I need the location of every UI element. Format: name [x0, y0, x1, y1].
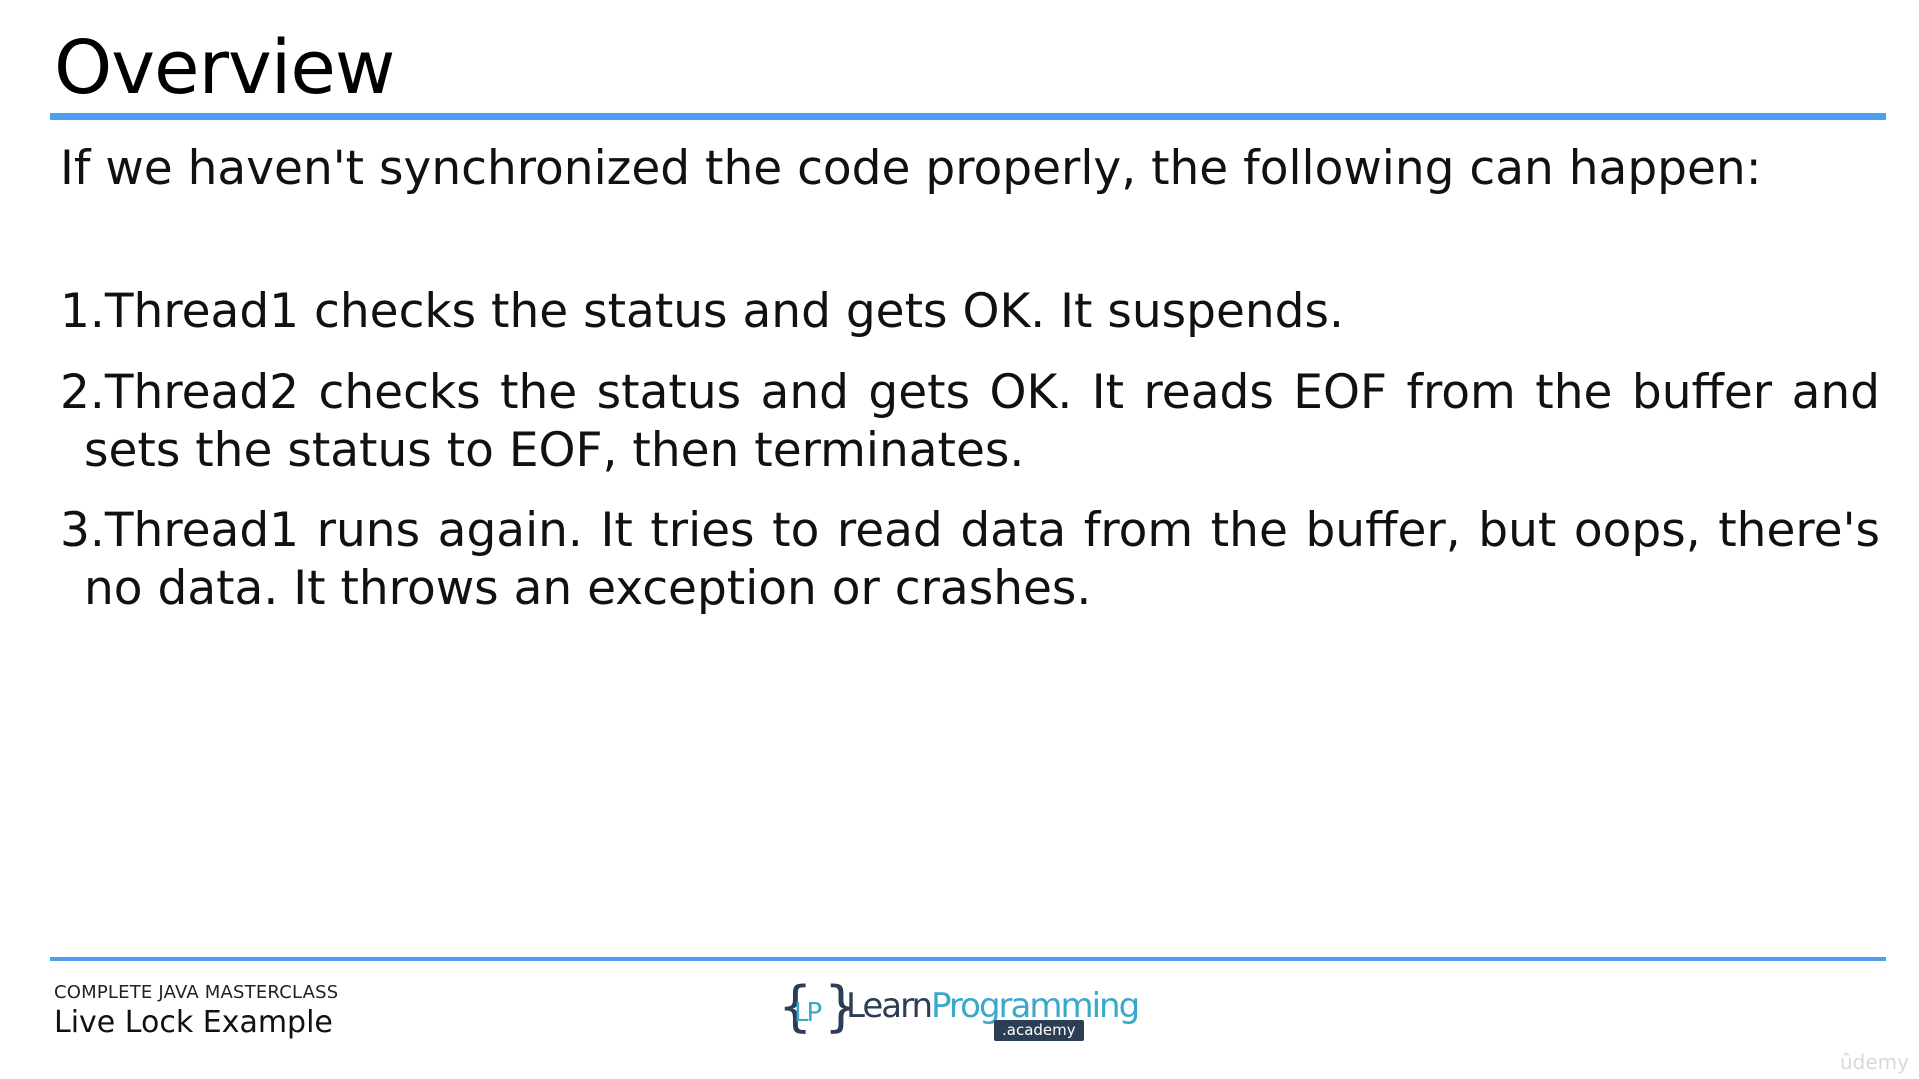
logo-learn-text: Learn [846, 986, 933, 1026]
lecture-title: Live Lock Example [54, 1005, 333, 1040]
footer-divider [50, 957, 1886, 961]
list-item: 1.Thread1 checks the status and gets OK.… [60, 284, 1344, 340]
logo-lp-mark: LP [794, 998, 822, 1028]
udemy-watermark: ûdemy [1840, 1050, 1909, 1074]
course-name: COMPLETE JAVA MASTERCLASS [54, 982, 339, 1003]
slide-body: If we haven't synchronized the code prop… [60, 140, 1880, 641]
intro-text: If we haven't synchronized the code prop… [60, 141, 1762, 196]
slide: Overview If we haven't synchronized the … [0, 0, 1919, 1079]
steps-list: 1.Thread1 checks the status and gets OK.… [60, 283, 1880, 618]
slide-title: Overview [54, 25, 395, 111]
logo-wordmark: LearnProgramming [846, 986, 1140, 1026]
title-divider [50, 113, 1886, 120]
logo-academy-badge: .academy [994, 1020, 1084, 1041]
list-item: 2.Thread2 checks the status and gets OK.… [60, 364, 1880, 478]
learnprogramming-logo: { LP } LearnProgramming .academy [778, 980, 1140, 1044]
list-item: 3.Thread1 runs again. It tries to read d… [60, 503, 1880, 617]
